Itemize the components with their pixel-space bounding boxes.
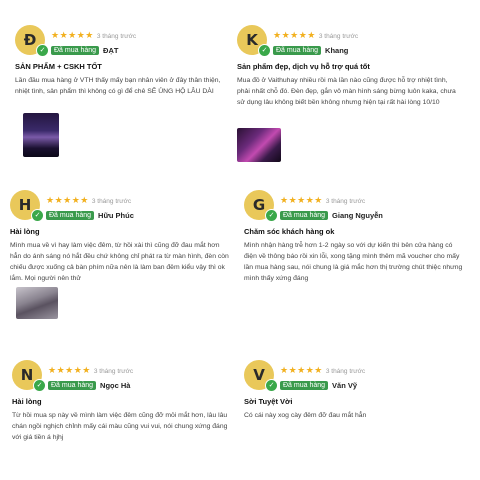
review-title: Chăm sóc khách hàng ok	[244, 227, 335, 236]
review-title: Sời Tuyệt Vời	[244, 397, 293, 406]
reviewer-name: Khang	[325, 46, 349, 55]
check-icon: ✓	[265, 209, 278, 222]
review-time: 3 tháng trước	[96, 33, 137, 40]
review-photo[interactable]	[16, 287, 58, 319]
review-meta: ★★★★★ 3 tháng trước Đã mua hàng ĐẠT	[51, 25, 136, 55]
review-photo[interactable]	[237, 128, 281, 162]
verified-badge: Đã mua hàng	[46, 211, 95, 220]
reviewer-name: Văn Vỹ	[332, 381, 358, 390]
review-time: 3 tháng trước	[325, 198, 366, 205]
rating-stars: ★★★★★	[46, 196, 89, 206]
review-title: Sản phẩm đẹp, dịch vụ hỗ trợ quá tốt	[237, 62, 370, 71]
rating-stars: ★★★★★	[48, 366, 91, 376]
review-title: Hài lòng	[10, 227, 40, 236]
verified-badge: Đã mua hàng	[51, 46, 100, 55]
review-time: 3 tháng trước	[318, 33, 359, 40]
review-meta: ★★★★★ 3 tháng trước Đã mua hàng Văn Vỹ	[280, 360, 365, 390]
review-meta: ★★★★★ 3 tháng trước Đã mua hàng Giang Nguy…	[280, 190, 383, 220]
reviewer-name: Ngọc Hà	[100, 381, 131, 390]
check-icon: ✓	[265, 379, 278, 392]
reviewer-name: Giang Nguyễn	[332, 211, 383, 220]
rating-stars: ★★★★★	[280, 366, 323, 376]
review-body: Từ hồi mua sp này về mình làm việc đêm c…	[12, 412, 228, 441]
verified-badge: Đã mua hàng	[280, 381, 329, 390]
review-title: SẢN PHẨM + CSKH TỐT	[15, 62, 102, 71]
review-body: Lần đầu mua hàng ở VTH thấy mấy bạn nhân…	[15, 77, 221, 95]
review-time: 3 tháng trước	[93, 368, 134, 375]
check-icon: ✓	[258, 44, 271, 57]
review-time: 3 tháng trước	[91, 198, 132, 205]
review-body: Mình mua về vì hay làm việc đêm, từ hồi …	[10, 242, 229, 282]
review-photo[interactable]	[23, 113, 59, 157]
review-body: Có cái này xog cày đêm đỡ đau mắt hẳn	[244, 412, 367, 419]
rating-stars: ★★★★★	[280, 196, 323, 206]
check-icon: ✓	[36, 44, 49, 57]
review-meta: ★★★★★ 3 tháng trước Đã mua hàng Ngọc Hà	[48, 360, 133, 390]
review-title: Hài lòng	[12, 397, 42, 406]
review-body: Mua đồ ở Vaithuhay nhiều rồi mà lần nào …	[237, 77, 456, 106]
reviewer-name: Hữu Phúc	[98, 211, 134, 220]
rating-stars: ★★★★★	[273, 31, 316, 41]
verified-badge: Đã mua hàng	[273, 46, 322, 55]
rating-stars: ★★★★★	[51, 31, 94, 41]
review-meta: ★★★★★ 3 tháng trước Đã mua hàng Hữu Phúc	[46, 190, 134, 220]
check-icon: ✓	[31, 209, 44, 222]
verified-badge: Đã mua hàng	[48, 381, 97, 390]
reviewer-name: ĐẠT	[103, 46, 119, 55]
verified-badge: Đã mua hàng	[280, 211, 329, 220]
review-meta: ★★★★★ 3 tháng trước Đã mua hàng Khang	[273, 25, 358, 55]
check-icon: ✓	[33, 379, 46, 392]
review-body: Mình nhận hàng trễ hơn 1-2 ngày so với d…	[244, 242, 463, 282]
review-time: 3 tháng trước	[325, 368, 366, 375]
